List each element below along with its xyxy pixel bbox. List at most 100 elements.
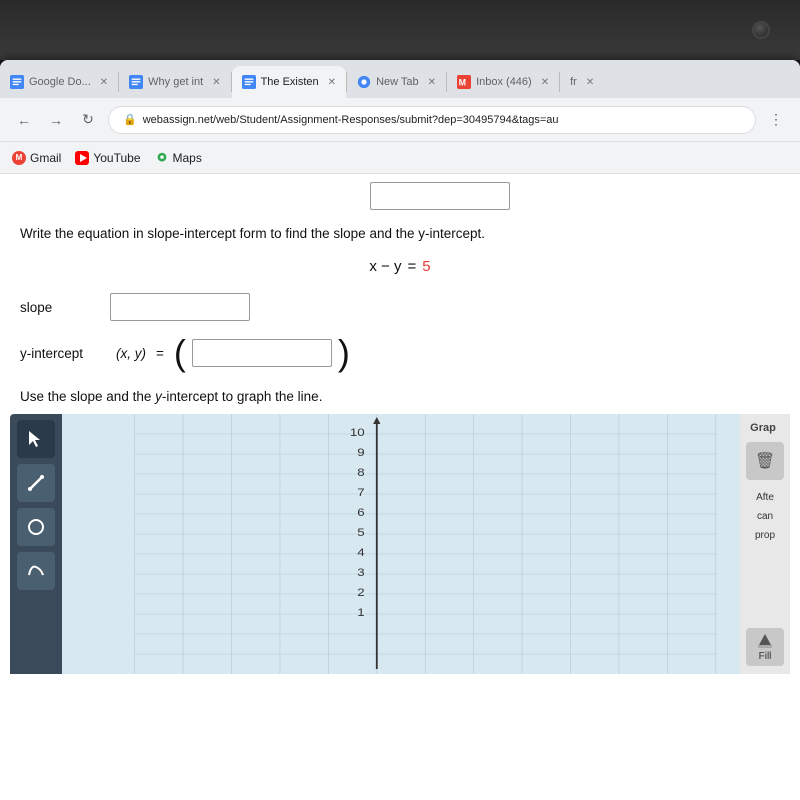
cursor-icon (26, 429, 46, 449)
page-content: Write the equation in slope-intercept fo… (0, 174, 800, 800)
address-bar-row: ← → ↻ 🔒 webassign.net/web/Student/Assign… (0, 98, 800, 142)
circle-tool[interactable] (17, 508, 55, 546)
bookmark-youtube-label: YouTube (93, 151, 140, 165)
prop-text: prop (755, 530, 775, 541)
gmail-icon: M (12, 151, 26, 165)
circle-icon (26, 517, 46, 537)
bookmark-youtube[interactable]: YouTube (75, 151, 140, 165)
youtube-icon (75, 151, 89, 165)
lock-icon: 🔒 (123, 113, 137, 126)
after-text: Afte (756, 492, 774, 503)
tab-fr[interactable]: fr ✕ (560, 66, 604, 98)
tab-gdocs[interactable]: Google Do... ✕ (0, 66, 118, 98)
reload-button[interactable]: ↻ (76, 108, 100, 132)
graph-instruction-end: -intercept to graph the line. (162, 389, 323, 404)
svg-text:2: 2 (357, 586, 365, 599)
open-paren: ( (174, 335, 186, 371)
svg-text:3: 3 (357, 566, 365, 579)
browser-frame: Google Do... ✕ Why get int ✕ The Existen… (0, 60, 800, 800)
question-section: Write the equation in slope-intercept fo… (0, 214, 800, 252)
extensions-button[interactable]: ⋮ (764, 108, 788, 132)
equation-display: x − y = 5 (0, 258, 800, 275)
slope-label: slope (20, 300, 100, 315)
tab-inbox[interactable]: M Inbox (446) ✕ (447, 66, 559, 98)
tab-close-why[interactable]: ✕ (212, 77, 220, 88)
yintercept-row: y-intercept (x, y) = ( ) (0, 331, 800, 375)
top-answer-area (0, 174, 800, 214)
fill-label: Fill (759, 651, 772, 662)
gmail-tab-icon: M (457, 75, 471, 89)
svg-text:6: 6 (357, 506, 365, 519)
svg-text:7: 7 (357, 486, 365, 499)
address-input[interactable]: 🔒 webassign.net/web/Student/Assignment-R… (108, 106, 756, 134)
svg-text:5: 5 (357, 526, 365, 539)
chrome-icon (357, 75, 371, 89)
tab-existen[interactable]: The Existen ✕ (232, 66, 346, 98)
cursor-tool[interactable] (17, 420, 55, 458)
gdocs-icon-3 (242, 75, 256, 89)
graph-instruction-italic: y (155, 389, 162, 404)
tab-close-fr[interactable]: ✕ (586, 77, 594, 88)
svg-text:9: 9 (357, 446, 365, 459)
camera-dot (752, 21, 770, 39)
tab-close-existen[interactable]: ✕ (328, 77, 336, 88)
curve-icon (26, 561, 46, 581)
tab-close-newtab[interactable]: ✕ (428, 77, 436, 88)
top-input-box[interactable] (370, 182, 510, 210)
can-text: can (757, 511, 773, 522)
tab-fr-label: fr (570, 76, 577, 88)
equation-right: 5 (422, 258, 430, 275)
bookmark-maps[interactable]: Maps (155, 151, 202, 165)
svg-text:10: 10 (350, 426, 365, 439)
bookmark-gmail-label: Gmail (30, 151, 61, 165)
svg-text:4: 4 (357, 546, 365, 559)
bookmark-gmail[interactable]: M Gmail (12, 151, 61, 165)
fill-icon (756, 631, 774, 649)
tab-inbox-label: Inbox (446) (476, 76, 532, 88)
back-button[interactable]: ← (12, 108, 36, 132)
yintercept-label: y-intercept (20, 346, 110, 361)
tab-close-gdocs[interactable]: ✕ (100, 77, 108, 88)
equation-left: x − y (369, 258, 401, 275)
xy-label-text: (x, y) (116, 346, 146, 361)
trash-button[interactable]: 🗑 (746, 442, 784, 480)
graph-right-label: Grap (750, 422, 780, 434)
equation-operator: = (408, 258, 417, 275)
device-bezel (0, 0, 800, 60)
right-panel: Grap 🗑 Afte can prop Fill (740, 414, 790, 674)
curve-tool[interactable] (17, 552, 55, 590)
tab-bar: Google Do... ✕ Why get int ✕ The Existen… (0, 60, 800, 98)
graph-area: 10 9 8 7 6 5 4 3 2 1 Grap 🗑 Afte can p (10, 414, 790, 674)
graph-instruction: Use the slope and the y-intercept to gra… (0, 387, 800, 413)
line-tool[interactable] (17, 464, 55, 502)
yintercept-label-text: y-intercept (20, 346, 83, 361)
instruction-text: Write the equation in slope-intercept fo… (20, 226, 485, 241)
tab-close-inbox[interactable]: ✕ (541, 77, 549, 88)
yintercept-input[interactable] (192, 339, 332, 367)
graph-canvas[interactable]: 10 9 8 7 6 5 4 3 2 1 (62, 414, 740, 674)
tab-why-label: Why get int (148, 76, 203, 88)
svg-text:M: M (459, 78, 466, 88)
tab-newtab[interactable]: New Tab ✕ (347, 66, 446, 98)
line-icon (26, 473, 46, 493)
slope-row: slope (0, 289, 800, 325)
tab-gdocs-label: Google Do... (29, 76, 91, 88)
youtube-play-triangle (80, 154, 87, 162)
maps-icon (155, 151, 169, 165)
bookmark-maps-label: Maps (173, 151, 202, 165)
svg-text:8: 8 (357, 466, 365, 479)
slope-input[interactable] (110, 293, 250, 321)
equals-sign: = (156, 346, 164, 361)
close-paren: ) (338, 335, 350, 371)
tab-existen-label: The Existen (261, 76, 319, 88)
address-text: webassign.net/web/Student/Assignment-Res… (143, 114, 559, 126)
fill-button[interactable]: Fill (746, 628, 784, 666)
tool-panel (10, 414, 62, 674)
gdocs-icon (10, 75, 24, 89)
tab-why[interactable]: Why get int ✕ (119, 66, 230, 98)
gdocs-icon-2 (129, 75, 143, 89)
svg-text:1: 1 (357, 606, 365, 619)
forward-button[interactable]: → (44, 108, 68, 132)
graph-instruction-start: Use the slope and the (20, 389, 155, 404)
bookmarks-bar: M Gmail YouTube Maps (0, 142, 800, 174)
